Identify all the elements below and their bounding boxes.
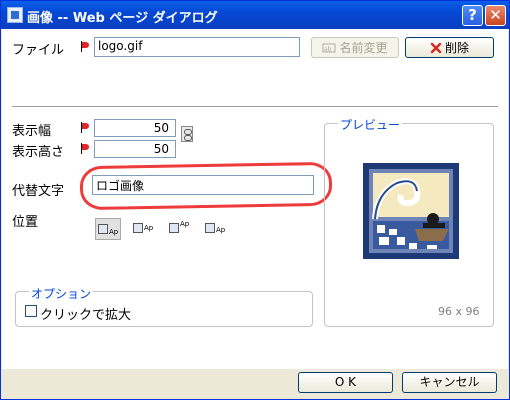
click-to-enlarge-checkbox[interactable] (25, 305, 37, 317)
title-bar[interactable]: 画像 -- Web ページ ダイアログ ? ✕ (1, 1, 509, 29)
position-label: 位置 (12, 215, 39, 230)
ok-button[interactable]: O K (298, 372, 393, 393)
delete-button[interactable]: 削除 (405, 37, 494, 58)
preview-size-text: 96 x 96 (438, 305, 480, 318)
required-flag-icon (80, 122, 91, 133)
click-to-enlarge-label[interactable]: クリックで拡大 (40, 304, 131, 323)
rename-icon: ab (322, 43, 336, 53)
file-label: ファイル (12, 43, 65, 58)
align-left-button[interactable]: Ap (95, 218, 121, 240)
width-input[interactable]: 50 (94, 119, 176, 137)
required-flag-icon (80, 143, 91, 154)
options-legend: オプション (29, 285, 94, 302)
delete-button-label: 削除 (444, 41, 469, 55)
dialog-content: ファイル logo.gif ab 名前変更 削除 表示幅 50 表示高さ 50 … (2, 29, 508, 369)
dialog-window: 画像 -- Web ページ ダイアログ ? ✕ ファイル logo.gif ab… (0, 0, 510, 400)
align-baseline-button[interactable]: Ap (131, 218, 157, 240)
svg-text:ab: ab (324, 46, 332, 53)
red-highlight-annotation (79, 161, 333, 211)
cancel-button[interactable]: キャンセル (402, 372, 497, 393)
align-bottom-button[interactable]: Ap (203, 218, 229, 240)
close-button[interactable]: ✕ (485, 5, 506, 26)
footer-bar: O K キャンセル (2, 369, 508, 399)
logo-preview-image (363, 163, 459, 259)
align-left-icon (98, 224, 108, 234)
height-input[interactable]: 50 (94, 140, 176, 158)
preview-legend: プレビュー (338, 116, 403, 133)
align-top-icon (169, 223, 179, 233)
alt-label: 代替文字 (12, 184, 65, 199)
page-icon (7, 7, 23, 23)
help-button[interactable]: ? (462, 5, 483, 26)
required-flag-icon (80, 41, 91, 52)
separator (12, 106, 498, 108)
window-title: 画像 -- Web ページ ダイアログ (27, 11, 218, 26)
file-input[interactable]: logo.gif (94, 37, 300, 57)
rename-button-label: 名前変更 (339, 41, 388, 55)
delete-x-icon (430, 42, 442, 53)
align-baseline-icon (133, 223, 143, 233)
aspect-lock-chain-icon[interactable] (181, 126, 193, 142)
rename-button: ab 名前変更 (311, 37, 399, 58)
align-bottom-icon (205, 223, 215, 233)
height-label: 表示高さ (12, 145, 65, 160)
width-label: 表示幅 (12, 124, 52, 139)
align-top-button[interactable]: Ap (167, 218, 193, 240)
